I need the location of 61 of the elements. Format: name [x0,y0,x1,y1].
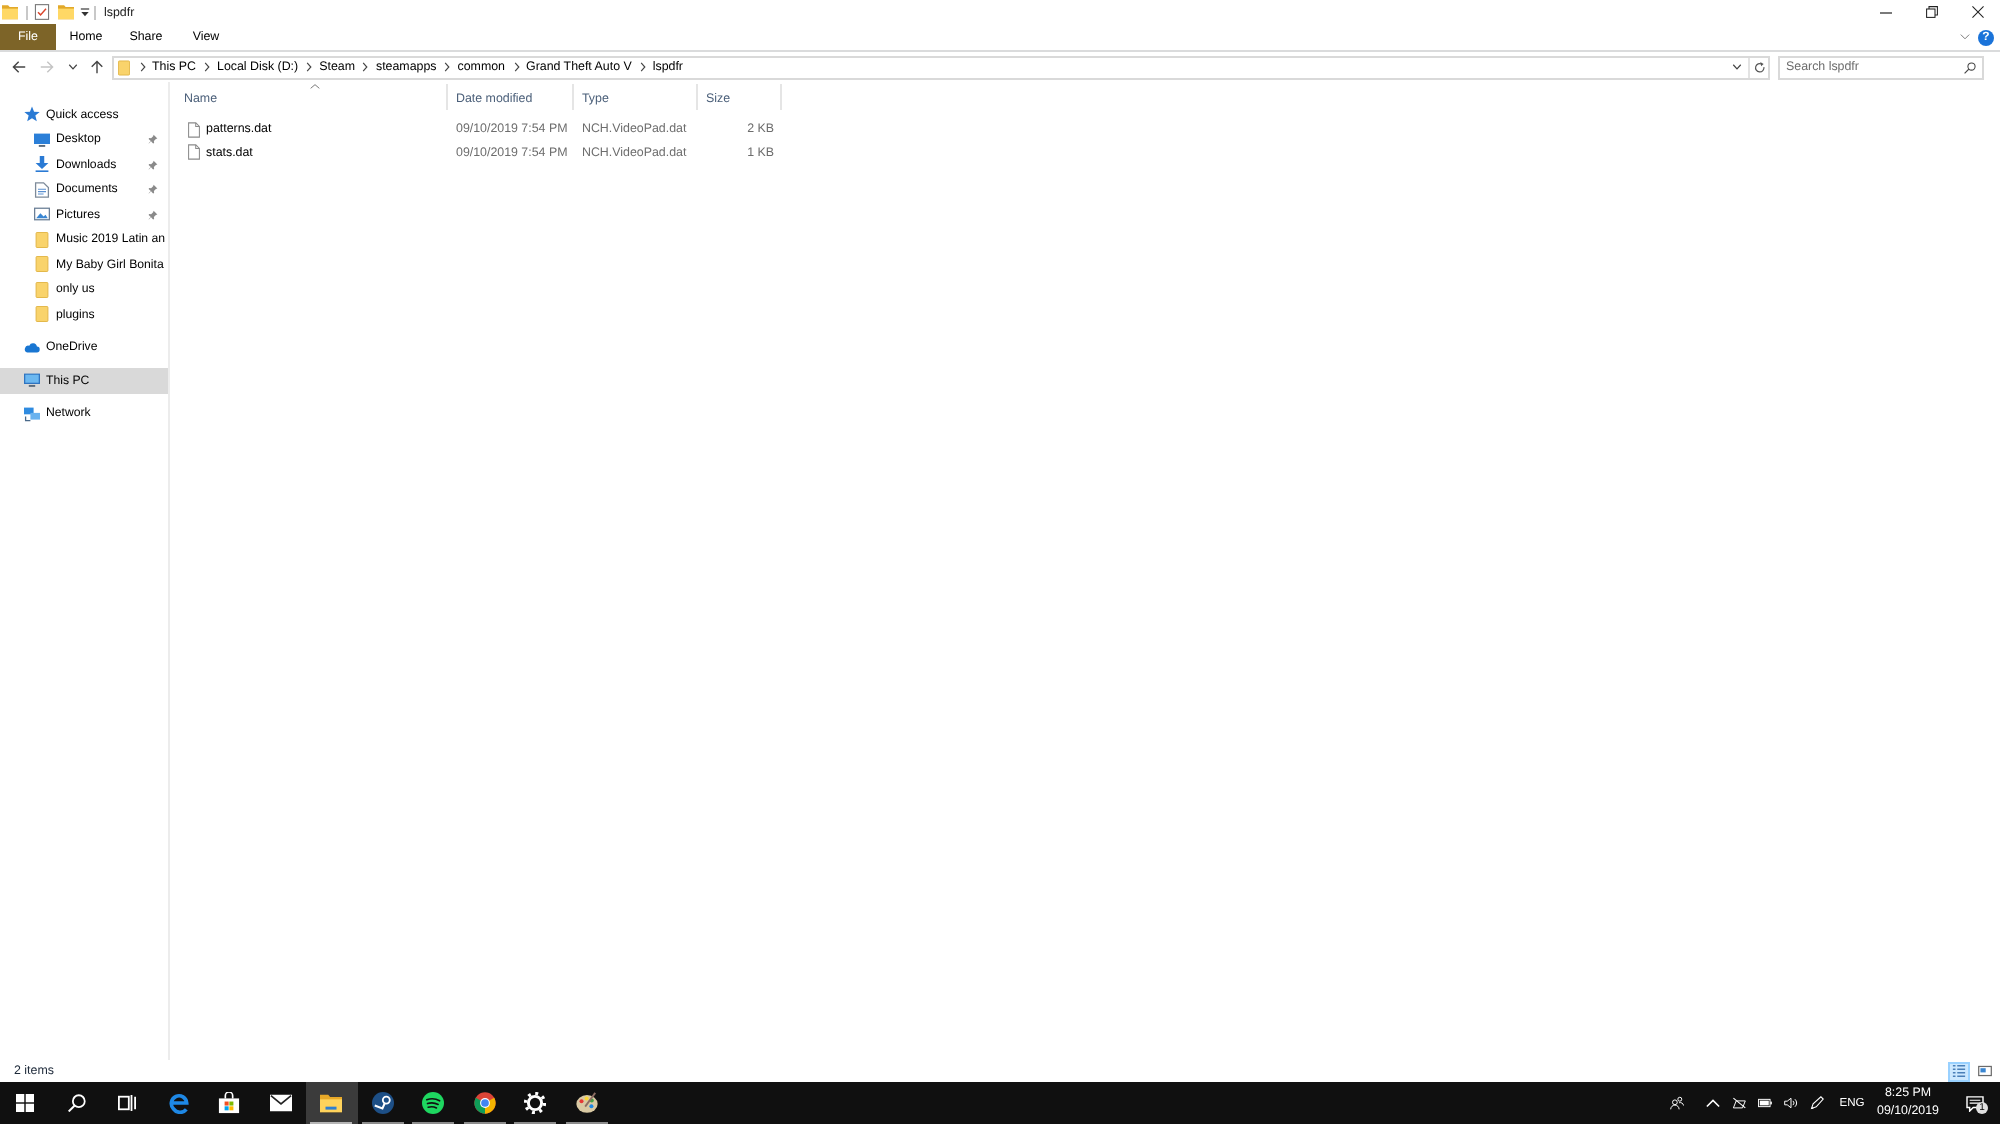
network-icon [24,405,40,422]
chevron-right-icon[interactable] [362,62,369,72]
palette-icon [575,1092,598,1114]
properties-icon[interactable] [34,4,50,20]
gear-icon [524,1092,547,1114]
chevron-up-icon[interactable] [1706,1096,1720,1110]
document-icon [188,121,200,138]
arrow-up-icon [89,60,103,74]
crossed-device-icon[interactable] [1732,1096,1746,1110]
envelope-icon [269,1092,292,1114]
pen-icon[interactable] [1810,1096,1824,1110]
document-icon [34,181,50,198]
swirl-logo-icon [167,1092,190,1114]
pin-icon[interactable] [148,184,158,195]
minimize-icon [1879,11,1891,13]
search-icon [67,1094,86,1112]
details-view-icon [1952,1064,1966,1078]
cloud-icon [24,339,40,356]
arrow-right-icon [39,60,53,74]
pin-icon[interactable] [148,209,158,220]
down-arrow-icon [34,156,50,173]
speech-bubble-icon [1965,1095,1983,1111]
arrow-left-icon [11,60,25,74]
chevron-down-icon[interactable] [1732,64,1742,70]
large-icons-view-button[interactable] [1974,1061,1996,1081]
chevron-right-icon[interactable] [204,62,211,72]
task-view-icon [118,1094,137,1112]
shopping-bag-icon [218,1092,241,1114]
taskbar-button[interactable] [306,1082,357,1124]
monitor-icon [34,131,50,148]
details-view-button[interactable] [1948,1061,1970,1081]
waves-disc-icon [422,1092,445,1114]
star-icon [24,106,40,123]
chevron-right-icon[interactable] [513,62,519,72]
chevron-down-icon [67,64,77,70]
refresh-button[interactable] [1748,57,1768,77]
piston-disc-icon [371,1092,394,1114]
chevron-right-icon[interactable] [639,62,646,72]
pin-icon[interactable] [148,159,158,170]
folder-icon [2,4,18,20]
picture-icon [34,206,50,223]
search-icon[interactable] [1964,61,1976,73]
people-icon[interactable] [1670,1096,1684,1110]
chevron-right-icon[interactable] [444,62,451,72]
refresh-icon [1753,61,1765,73]
chevron-right-icon[interactable] [139,62,145,72]
windows-logo-icon [16,1094,35,1112]
chevron-right-icon[interactable] [306,62,313,72]
folder-icon [118,59,130,75]
speaker-icon[interactable] [1784,1096,1798,1110]
chevron-down-icon [1959,34,1969,40]
folder-icon [320,1092,343,1114]
document-icon [188,144,200,161]
large-icons-view-icon [1978,1064,1992,1078]
monitor-icon [24,372,40,389]
dropdown-arrow-icon[interactable] [80,7,90,17]
pin-icon[interactable] [148,134,158,145]
restore-icon [1925,6,1937,18]
segmented-ring-icon [473,1092,496,1114]
battery-icon[interactable] [1758,1096,1772,1110]
close-icon [1971,6,1983,18]
